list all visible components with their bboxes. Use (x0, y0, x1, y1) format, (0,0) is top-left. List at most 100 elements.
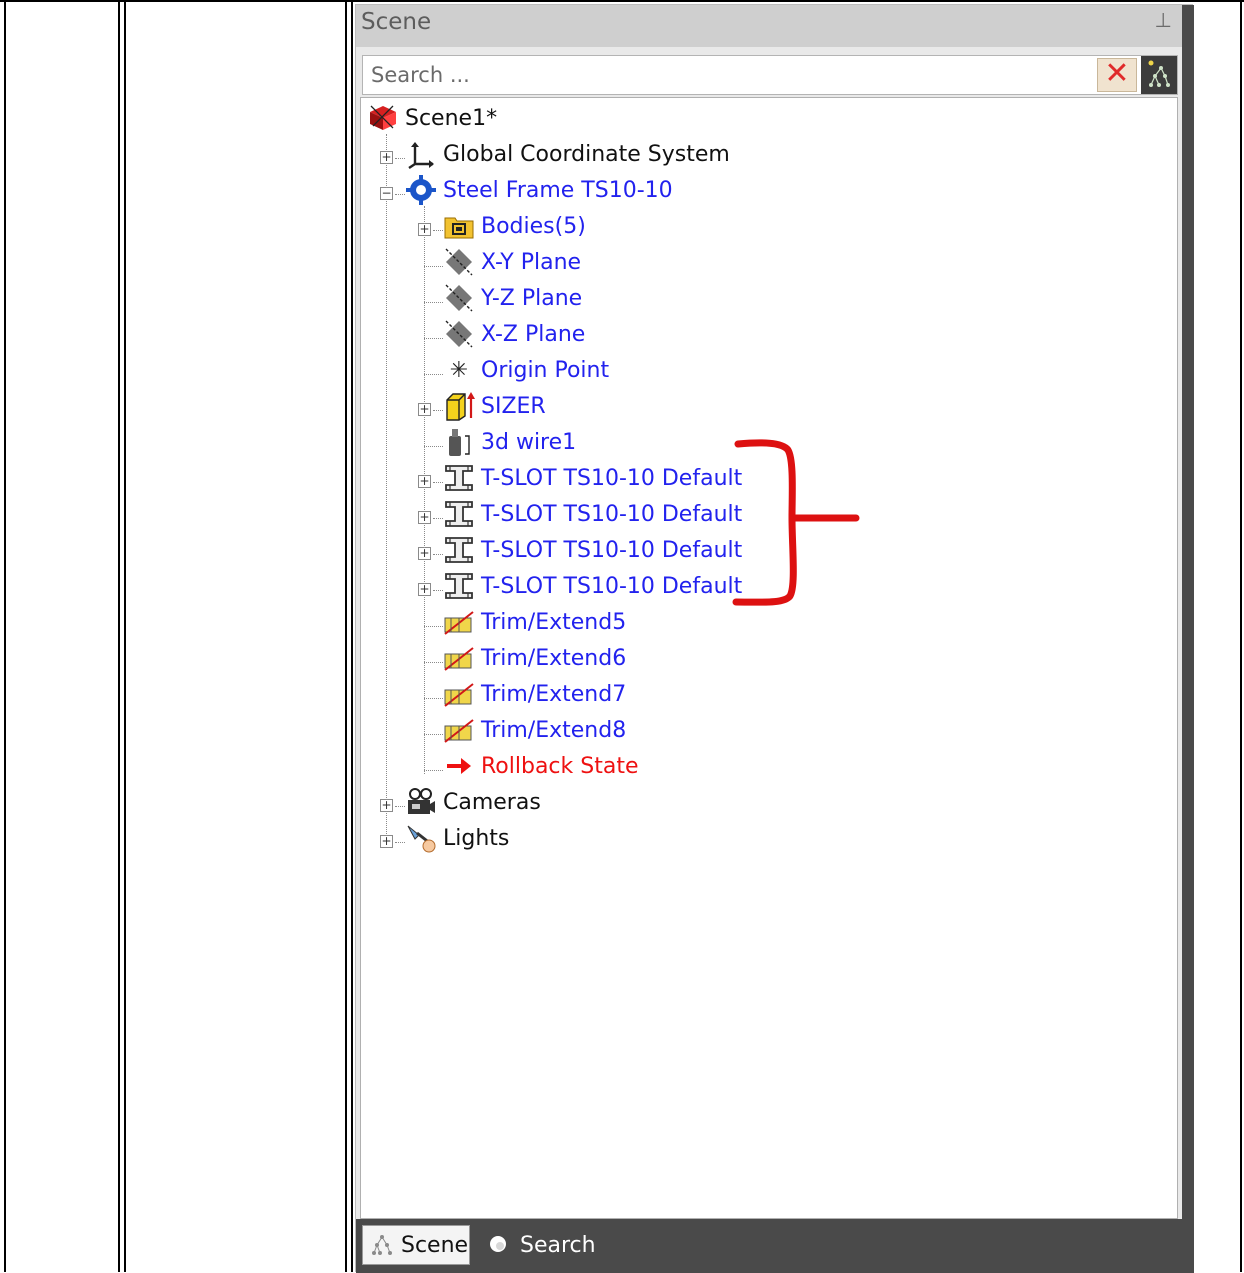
tree-node-label: X-Y Plane (481, 249, 582, 275)
tree-root-label: Scene1* (405, 105, 498, 131)
expand-toggle[interactable]: + (380, 835, 393, 848)
tree-guide-h (424, 338, 443, 339)
tree-node-tslot-1[interactable]: T-SLOT TS10-10 Default (443, 460, 742, 496)
plane-icon (443, 246, 475, 278)
red-bracket-annotation (732, 439, 860, 606)
tree-guide-h (433, 482, 443, 483)
expand-toggle[interactable]: + (418, 475, 431, 488)
panel-title: Scene (361, 9, 432, 35)
table-border-col1b (124, 0, 126, 1272)
tree-node-sizer[interactable]: SIZER (443, 388, 546, 424)
tree-node-bodies[interactable]: Bodies(5) (443, 208, 586, 244)
tree-node-trim-extend-5[interactable]: Trim/Extend5 (443, 604, 626, 640)
trim-extend-icon (443, 678, 475, 710)
expand-toggle[interactable]: + (418, 223, 431, 236)
tree-node-trim-extend-7[interactable]: Trim/Extend7 (443, 676, 626, 712)
tree-guide-h (424, 266, 443, 267)
scene-tree[interactable]: Scene1* + Global Coordinate System − Ste… (360, 97, 1178, 1219)
table-border-right (1240, 0, 1242, 1272)
tree-node-label: Rollback State (481, 753, 639, 779)
tree-node-label: Trim/Extend5 (481, 609, 627, 635)
tree-structure-icon (1148, 60, 1170, 87)
tree-guide-h (424, 446, 443, 447)
table-border-left (4, 0, 6, 1272)
camera-icon (405, 786, 437, 818)
tree-node-trim-extend-6[interactable]: Trim/Extend6 (443, 640, 626, 676)
plane-icon (443, 318, 475, 350)
tree-options-button[interactable] (1141, 56, 1177, 94)
tree-node-yz-plane[interactable]: Y-Z Plane (443, 280, 582, 316)
expand-toggle[interactable]: + (380, 799, 393, 812)
pin-icon[interactable]: ⊥ (1155, 8, 1172, 32)
tree-node-root[interactable]: Scene1* (367, 100, 497, 136)
tree-guide-h (433, 230, 443, 231)
tree-node-label: SIZER (481, 393, 546, 419)
table-border-col2b (351, 0, 353, 1272)
tab-search-label: Search (520, 1232, 596, 1258)
tree-node-label: Bodies(5) (481, 213, 586, 239)
tree-guide-h (433, 554, 443, 555)
trim-extend-icon (443, 642, 475, 674)
tab-scene[interactable]: Scene (362, 1225, 470, 1265)
tree-node-label: 3d wire1 (481, 429, 577, 455)
tree-node-global-coordinate-system[interactable]: Global Coordinate System (405, 136, 730, 172)
origin-point-icon: ✳ (449, 357, 469, 383)
expand-toggle[interactable]: + (380, 151, 393, 164)
tree-node-label: Steel Frame TS10-10 (443, 177, 673, 203)
folder-icon (443, 210, 475, 242)
tslot-profile-icon (443, 570, 475, 602)
tree-guide-h (424, 302, 443, 303)
tree-node-label: Origin Point (481, 357, 610, 383)
expand-toggle[interactable]: + (418, 547, 431, 560)
light-icon (405, 822, 437, 854)
tab-scene-label: Scene (401, 1232, 469, 1258)
tree-node-label: Trim/Extend6 (481, 645, 627, 671)
expand-toggle[interactable]: + (418, 403, 431, 416)
clear-search-button[interactable]: ✕ (1097, 58, 1137, 92)
expand-toggle[interactable]: + (418, 583, 431, 596)
trim-extend-icon (443, 606, 475, 638)
tree-guide-h (395, 158, 405, 159)
wire-icon (443, 426, 475, 458)
table-border-top (0, 0, 1244, 2)
collapse-toggle[interactable]: − (380, 187, 393, 200)
tree-structure-icon (369, 1229, 395, 1261)
trim-extend-icon (443, 714, 475, 746)
tree-node-tslot-2[interactable]: T-SLOT TS10-10 Default (443, 496, 742, 532)
tree-node-rollback-state[interactable]: Rollback State (443, 748, 639, 784)
search-input[interactable] (363, 56, 1089, 94)
panel-side-strip (1182, 5, 1194, 1273)
tree-node-tslot-3[interactable]: T-SLOT TS10-10 Default (443, 532, 742, 568)
tree-node-cameras[interactable]: Cameras (405, 784, 541, 820)
tree-node-label: Trim/Extend7 (481, 681, 627, 707)
tree-node-3d-wire[interactable]: 3d wire1 (443, 424, 576, 460)
tslot-profile-icon (443, 498, 475, 530)
tree-node-trim-extend-8[interactable]: Trim/Extend8 (443, 712, 626, 748)
tree-node-origin-point[interactable]: ✳ Origin Point (443, 352, 609, 388)
tab-search[interactable]: Search (480, 1225, 610, 1265)
tree-node-lights[interactable]: Lights (405, 820, 509, 856)
expand-toggle[interactable]: + (418, 511, 431, 524)
sizer-icon (443, 390, 475, 422)
tree-guide-h (395, 194, 405, 195)
tree-guide-h (395, 842, 405, 843)
tree-node-label: T-SLOT TS10-10 Default (481, 501, 743, 527)
tree-node-label: T-SLOT TS10-10 Default (481, 573, 743, 599)
tree-node-label: X-Z Plane (481, 321, 586, 347)
panel-title-bar[interactable]: Scene ⊥ (356, 5, 1182, 47)
tree-node-label: Global Coordinate System (443, 141, 730, 167)
tree-guide-h (424, 734, 443, 735)
table-border-col1a (118, 0, 120, 1272)
tree-node-xy-plane[interactable]: X-Y Plane (443, 244, 581, 280)
tree-guide-h (424, 662, 443, 663)
tree-node-steel-frame[interactable]: Steel Frame TS10-10 (405, 172, 673, 208)
tree-node-label: T-SLOT TS10-10 Default (481, 537, 743, 563)
tree-node-xz-plane[interactable]: X-Z Plane (443, 316, 585, 352)
search-icon (486, 1229, 512, 1261)
plane-icon (443, 282, 475, 314)
tree-guide-h (433, 590, 443, 591)
search-bar: ✕ (362, 55, 1178, 95)
rollback-arrow-icon (443, 750, 475, 782)
tree-node-tslot-4[interactable]: T-SLOT TS10-10 Default (443, 568, 742, 604)
tree-guide-h (433, 410, 443, 411)
